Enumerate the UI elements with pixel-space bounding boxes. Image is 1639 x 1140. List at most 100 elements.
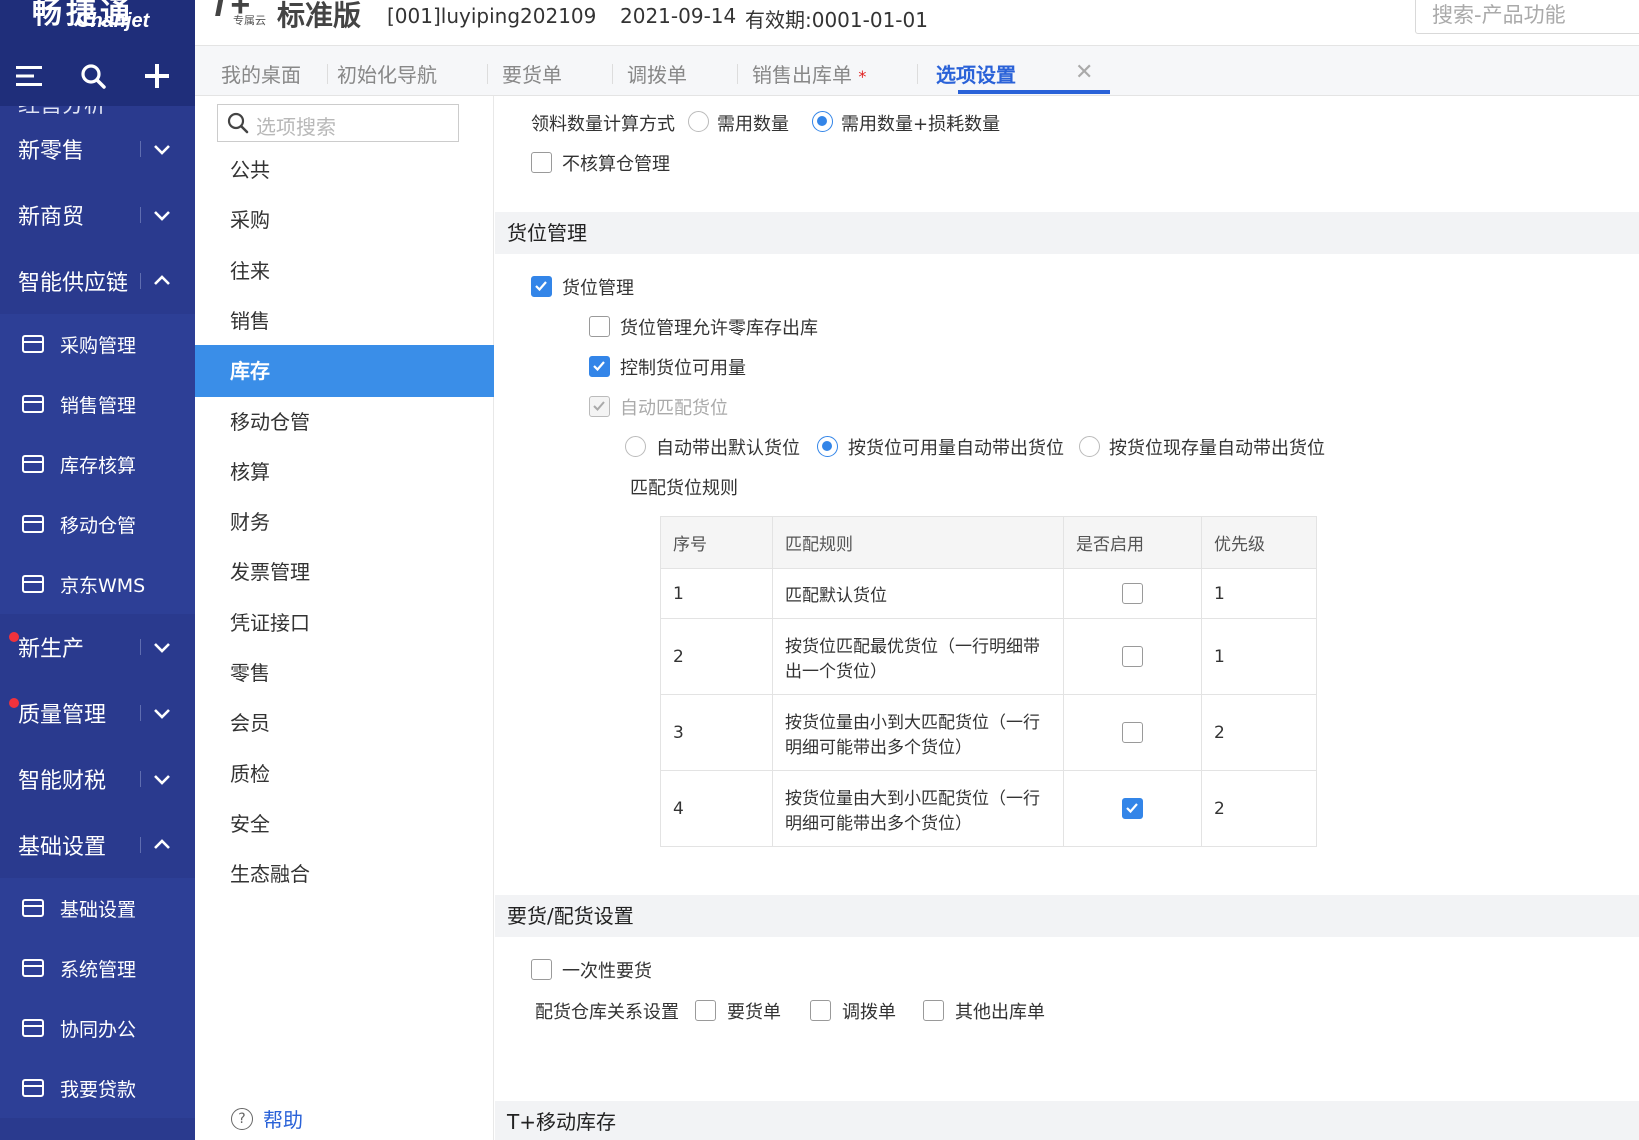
rule-enabled-checkbox[interactable] (1122, 583, 1143, 604)
chevron-down-icon[interactable] (151, 204, 173, 226)
nav-group[interactable]: 质量管理 (0, 680, 195, 746)
option-category-item[interactable]: 发票管理 (195, 546, 494, 598)
chevron-down-icon[interactable] (151, 636, 173, 658)
nav-item[interactable]: 我要贷款 (0, 1058, 195, 1118)
option-category-item[interactable]: 移动仓管 (195, 396, 494, 448)
nav-group-separator (140, 273, 141, 289)
nav-group-label: 基础设置 (18, 835, 107, 860)
option-category-item[interactable]: 往来 (195, 245, 494, 297)
chevron-up-icon[interactable] (151, 834, 173, 856)
chevron-down-icon[interactable] (151, 768, 173, 790)
auto-option-radio-1[interactable] (625, 436, 646, 457)
supply-submenu: 采购管理销售管理库存核算移动仓管 京东WMS (0, 314, 195, 614)
nav-group[interactable]: 新生产 (0, 614, 195, 680)
active-tab-indicator (958, 90, 1110, 94)
close-icon[interactable]: ✕ (1075, 60, 1093, 85)
option-category-item[interactable]: 核算 (195, 446, 494, 498)
product-search-input[interactable]: 搜索-产品功能 (1415, 0, 1639, 34)
tab-transfer[interactable]: 调拨单 (627, 59, 687, 88)
tab-separator (917, 64, 918, 84)
tab-sales-outbound[interactable]: 销售出库单 * (752, 59, 866, 88)
rule-enabled-checkbox[interactable] (1122, 722, 1143, 743)
allow-zero-stock-checkbox[interactable] (589, 316, 610, 337)
option-category-item[interactable]: 零售 (195, 647, 494, 699)
nav-group[interactable]: 新零售 (0, 116, 195, 182)
nav-group-cut-label: 经营分析 (18, 106, 106, 116)
table-header-row: 序号 匹配规则 是否启用 优先级 (660, 516, 1317, 569)
option-category-item[interactable]: 销售 (195, 295, 494, 347)
nav-toolbar (0, 46, 195, 106)
option-category-item[interactable]: 库存 (195, 345, 494, 398)
tab-init-guide[interactable]: 初始化导航 (337, 59, 437, 88)
nav-item[interactable]: 京东WMS (0, 554, 195, 614)
chevron-down-icon[interactable] (151, 702, 173, 724)
table-row: 2 按货位匹配最优货位（一行明细带出一个货位） 1 (660, 618, 1317, 695)
nav-group-separator (140, 141, 141, 157)
nav-item[interactable]: 库存核算 (0, 434, 195, 494)
dist-transfer-checkbox[interactable] (810, 1000, 831, 1021)
nav-item-label: 采购管理 (60, 334, 137, 357)
plus-icon[interactable] (142, 61, 172, 91)
rule-priority: 2 (1201, 770, 1317, 847)
chevron-down-icon[interactable] (151, 138, 173, 160)
option-category-item[interactable]: 财务 (195, 496, 494, 548)
auto-option-label-3[interactable]: 按货位现存量自动带出货位 (1109, 434, 1325, 460)
nav-group[interactable]: 基础设置 (0, 812, 195, 878)
option-category-item[interactable]: 凭证接口 (195, 597, 494, 649)
dist-requisition-checkbox[interactable] (695, 1000, 716, 1021)
nav-group-separator (140, 837, 141, 853)
validity-info: 有效期:0001-01-01 (745, 8, 928, 32)
nav-item[interactable]: 基础设置 (0, 878, 195, 938)
option-category-item[interactable]: 会员 (195, 697, 494, 749)
option-category-item[interactable]: 安全 (195, 798, 494, 850)
no-warehouse-accounting-checkbox[interactable] (531, 152, 552, 173)
nav-item[interactable]: 协同办公 (0, 998, 195, 1058)
nav-item[interactable]: 移动仓管 (0, 494, 195, 554)
auto-option-radio-3[interactable] (1079, 436, 1100, 457)
dist-other-outbound-checkbox[interactable] (923, 1000, 944, 1021)
tab-requisition[interactable]: 要货单 (502, 59, 562, 88)
option-category-item[interactable]: 质检 (195, 748, 494, 800)
nav-group-label: 智能供应链 (18, 271, 129, 296)
nav-item[interactable]: 系统管理 (0, 938, 195, 998)
auto-option-label-2[interactable]: 按货位可用量自动带出货位 (848, 434, 1064, 460)
one-time-requisition-checkbox[interactable] (531, 959, 552, 980)
option-search-input[interactable]: 选项搜索 (217, 104, 459, 142)
nav-item[interactable]: 销售管理 (0, 374, 195, 434)
brand-logo-en: Chanjet (76, 10, 150, 32)
nav-group-cut[interactable]: 经营分析 (0, 106, 195, 116)
auto-match-checkbox (589, 396, 610, 417)
option-category-item[interactable]: 公共 (195, 144, 494, 196)
tab-desktop[interactable]: 我的桌面 (221, 59, 301, 88)
nav-group[interactable]: 新商贸 (0, 182, 195, 248)
nav-item[interactable]: 采购管理 (0, 314, 195, 374)
menu-icon[interactable] (14, 61, 44, 91)
material-calc-radio-2[interactable] (812, 111, 833, 132)
material-calc-radio-1[interactable] (688, 111, 709, 132)
search-icon[interactable] (78, 61, 108, 91)
control-available-checkbox[interactable] (589, 356, 610, 377)
allow-zero-stock-label: 货位管理允许零库存出库 (620, 318, 818, 339)
auto-option-radio-2[interactable] (817, 436, 838, 457)
notification-dot (9, 698, 19, 708)
warehouse-icon (18, 449, 48, 479)
tab-options[interactable]: 选项设置 (936, 59, 1016, 88)
help-icon: ? (231, 1107, 253, 1130)
collaboration-icon (18, 1013, 48, 1043)
rule-enabled-checkbox[interactable] (1122, 798, 1143, 819)
auto-option-label-1[interactable]: 自动带出默认货位 (656, 434, 800, 460)
material-calc-label: 领料数量计算方式 (531, 114, 675, 135)
nav-group[interactable]: 智能财税 (0, 746, 195, 812)
chevron-up-icon[interactable] (151, 270, 173, 292)
base-submenu: 基础设置 系统管理 协同办公 我要贷款 (0, 878, 195, 1118)
material-calc-option-1[interactable]: 需用数量 (717, 110, 789, 136)
rule-priority: 2 (1201, 694, 1317, 771)
rule-enabled-checkbox[interactable] (1122, 646, 1143, 667)
nav-item-label: 库存核算 (60, 454, 137, 477)
location-mgmt-checkbox[interactable] (531, 276, 552, 297)
option-category-item[interactable]: 生态融合 (195, 848, 494, 900)
nav-group[interactable]: 智能供应链 (0, 248, 195, 314)
option-category-item[interactable]: 采购 (195, 194, 494, 246)
help-link[interactable]: ? 帮助 (231, 1104, 303, 1133)
material-calc-option-2[interactable]: 需用数量+损耗数量 (841, 110, 1000, 136)
